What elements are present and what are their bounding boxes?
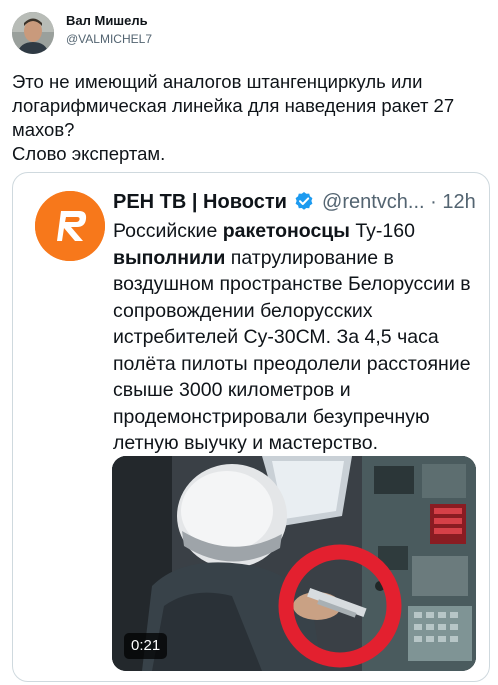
video-duration: 0:21: [124, 633, 168, 659]
author-info: Вал Мишель @VALMICHEL7: [66, 12, 152, 48]
quoted-tweet-card[interactable]: РЕН ТВ | Новости @rentvch... · 12h Росси…: [12, 172, 490, 682]
verified-badge-icon: [294, 190, 314, 220]
avatar[interactable]: [12, 12, 54, 54]
quoted-text-segment: Российские: [113, 220, 223, 242]
quoted-author-name[interactable]: РЕН ТВ | Новости: [113, 191, 287, 213]
quoted-tweet-text: Российские ракетоносцы Ту-160 выполнили …: [113, 218, 483, 457]
quoted-timestamp[interactable]: 12h: [442, 191, 475, 213]
quoted-text-bold: ракетоносцы: [222, 220, 350, 242]
quoted-text-segment: Ту-160: [349, 220, 415, 242]
quoted-tweet-header: РЕН ТВ | Новости @rentvch... · 12h: [113, 187, 483, 220]
tweet-text: Это не имеющий аналогов штангенциркуль и…: [12, 71, 455, 164]
video-player[interactable]: 0:21: [112, 456, 476, 671]
author-name[interactable]: Вал Мишель: [66, 12, 152, 30]
quoted-text-segment: патрулирование в воздушном пространстве …: [113, 246, 471, 455]
separator-dot: ·: [430, 191, 437, 213]
quoted-author-handle[interactable]: @rentvch...: [322, 191, 425, 213]
ren-tv-logo-icon[interactable]: [35, 191, 105, 261]
author-handle[interactable]: @VALMICHEL7: [66, 30, 152, 48]
quoted-text-bold: выполнили: [113, 246, 226, 269]
